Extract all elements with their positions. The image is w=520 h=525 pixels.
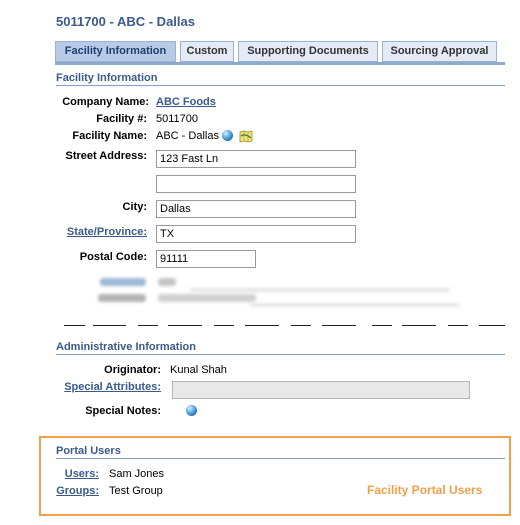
tab-bar: Facility Information Custom Supporting D…: [55, 41, 505, 63]
state-province-input[interactable]: [156, 225, 356, 243]
tab-bar-underline: [55, 62, 505, 65]
globe-icon[interactable]: [222, 130, 233, 141]
groups-value: Test Group: [109, 485, 163, 497]
users-value: Sam Jones: [109, 468, 165, 480]
admin-section-header: Administrative Information: [56, 341, 505, 355]
portal-users-callout: Facility Portal Users: [367, 483, 483, 497]
city-label: City:: [122, 201, 147, 213]
portal-section-header: Portal Users: [56, 445, 505, 459]
company-name-link[interactable]: ABC Foods: [156, 96, 216, 108]
obscured-label-2: [98, 294, 146, 302]
obscured-line-2: [250, 303, 460, 307]
users-link[interactable]: Users:: [40, 468, 99, 480]
facility-number-value: 5011700: [156, 113, 199, 125]
special-attributes-link[interactable]: Special Attributes:: [40, 381, 161, 393]
originator-label: Originator:: [104, 364, 161, 376]
facility-section-header: Facility Information: [56, 72, 505, 86]
state-province-link[interactable]: State/Province:: [40, 226, 147, 238]
street-address-line2-input[interactable]: [156, 175, 356, 193]
facility-name-label: Facility Name:: [72, 130, 147, 142]
street-address-label: Street Address:: [65, 150, 147, 162]
page-title: 5011700 - ABC - Dallas: [56, 14, 195, 29]
obscured-value-2: [158, 294, 256, 302]
city-input[interactable]: [156, 200, 356, 218]
originator-value: Kunal Shah: [170, 364, 227, 376]
postal-code-input[interactable]: [156, 250, 256, 268]
facility-number-label: Facility #:: [96, 113, 147, 125]
groups-link[interactable]: Groups:: [40, 485, 99, 497]
obscured-value-1: [158, 278, 176, 286]
tab-sourcing-approval[interactable]: Sourcing Approval: [382, 41, 497, 62]
obscured-label-1: [100, 278, 146, 286]
postal-code-label: Postal Code:: [79, 251, 147, 263]
special-notes-globe-icon[interactable]: [186, 405, 197, 416]
street-address-line1-input[interactable]: [156, 150, 356, 168]
tab-custom[interactable]: Custom: [180, 41, 234, 62]
special-notes-label: Special Notes:: [85, 405, 161, 417]
obscured-line-1: [190, 288, 450, 292]
tab-facility-information[interactable]: Facility Information: [55, 41, 176, 62]
tab-supporting-documents[interactable]: Supporting Documents: [238, 41, 378, 62]
special-attributes-input: [172, 381, 470, 399]
map-icon[interactable]: [239, 130, 253, 143]
facility-name-value: ABC - Dallas: [156, 130, 219, 142]
company-name-label: Company Name:: [62, 96, 149, 108]
